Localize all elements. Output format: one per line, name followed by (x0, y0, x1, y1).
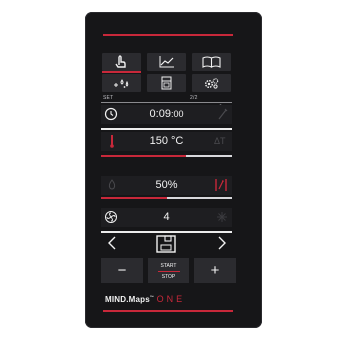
manual-mode-active-bar (102, 71, 141, 73)
oven-icon (161, 76, 172, 90)
save-button[interactable] (155, 234, 177, 254)
temperature-level-bar (101, 155, 186, 157)
stop-label: STOP (161, 274, 176, 280)
page-indicator: 2/2 (190, 95, 198, 101)
steam-tile[interactable] (102, 74, 141, 92)
fan-mode-icon[interactable] (215, 210, 229, 224)
bell-icon (218, 95, 223, 107)
temperature-value: 150 °C (149, 135, 184, 147)
humidity-value: 50% (155, 179, 178, 191)
fan-row[interactable]: 4 (101, 208, 232, 227)
brand-logo: MIND.Maps™ ONE (105, 294, 185, 304)
timer-main: 0:09 (149, 108, 171, 120)
timer-row[interactable]: 0:09:00 (101, 105, 232, 124)
plus-button[interactable]: + (194, 258, 236, 283)
header-separator (101, 102, 232, 103)
next-arrow[interactable] (211, 233, 231, 253)
steam-drops-icon (114, 79, 129, 88)
manual-mode-tile[interactable] (102, 53, 141, 71)
set-label: SET (103, 95, 114, 101)
timer-value: 0:09:00 (101, 105, 232, 124)
cookbook-tile[interactable] (192, 53, 231, 71)
humidity-row[interactable]: 50% (101, 176, 232, 195)
fan-value: 4 (163, 211, 170, 223)
start-stop-button[interactable]: START STOP (148, 258, 189, 283)
plus-label: + (210, 262, 220, 279)
top-accent-line (103, 34, 233, 36)
probe-icon[interactable] (217, 107, 229, 121)
book-icon (202, 56, 221, 68)
damper-icon[interactable] (214, 177, 228, 193)
hand-tap-icon (115, 55, 126, 68)
timer-underline (101, 128, 232, 130)
humidity-level-bar (101, 197, 167, 199)
minus-button[interactable]: − (101, 258, 143, 283)
floppy-disk-icon (156, 235, 176, 253)
chart-line-icon (159, 56, 174, 68)
oven-control-panel: SET 2/2 0:09:00 150 °C ΔT 50% 4 − START … (85, 12, 262, 328)
brand-name: MIND.Maps (105, 295, 150, 304)
gears-icon (204, 78, 219, 89)
start-label: START (160, 263, 177, 269)
bottom-accent-line (103, 310, 233, 312)
timer-seconds: :00 (170, 109, 184, 119)
brand-tm: ™ (149, 294, 155, 300)
delta-t-label[interactable]: ΔT (214, 132, 226, 151)
start-stop-divider (157, 271, 180, 272)
brand-suffix: ONE (156, 294, 186, 304)
minus-label: − (117, 262, 127, 279)
prev-arrow[interactable] (103, 233, 123, 253)
oven-tile[interactable] (147, 74, 186, 92)
temperature-row[interactable]: 150 °C ΔT (101, 132, 232, 151)
chart-tile[interactable] (147, 53, 186, 71)
settings-tile[interactable] (192, 74, 231, 92)
